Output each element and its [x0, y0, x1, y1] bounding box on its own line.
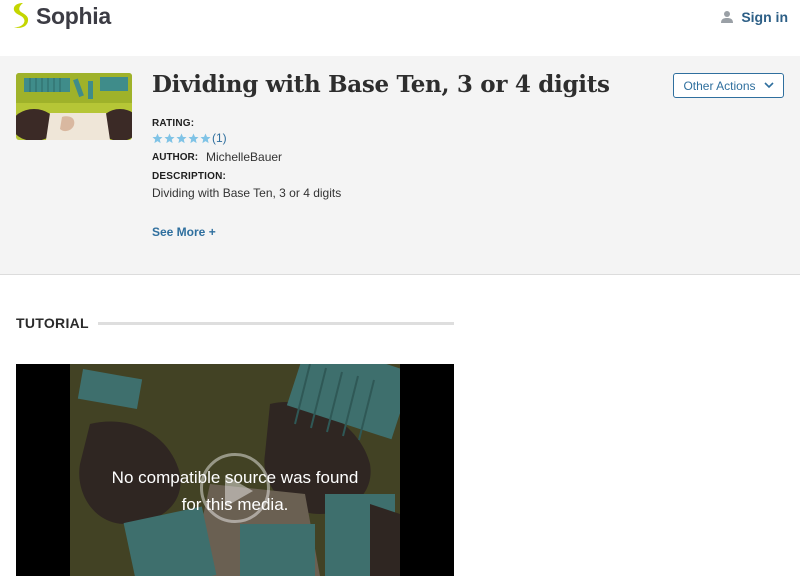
- user-icon: [721, 11, 734, 23]
- description-label: DESCRIPTION:: [152, 171, 227, 182]
- tutorial-title: Dividing with Base Ten, 3 or 4 digits: [152, 71, 610, 98]
- logo-wordmark: Sophia: [36, 2, 111, 29]
- star-icon: [176, 132, 187, 143]
- section-heading: TUTORIAL: [16, 315, 89, 331]
- section-divider: [98, 322, 454, 325]
- sign-in-label: Sign in: [741, 9, 788, 25]
- tutorial-summary-panel: Dividing with Base Ten, 3 or 4 digits Ot…: [0, 56, 800, 275]
- description-text: Dividing with Base Ten, 3 or 4 digits: [152, 186, 342, 200]
- media-error-message: No compatible source was found for this …: [16, 464, 454, 518]
- sophia-logo-icon: [13, 3, 29, 28]
- sophia-logo[interactable]: Sophia: [9, 2, 111, 30]
- star-icon: [164, 132, 175, 143]
- author-label: AUTHOR:: [152, 152, 199, 163]
- sign-in-link[interactable]: Sign in: [720, 9, 788, 25]
- rating-label: RATING:: [152, 118, 195, 129]
- star-icon: [188, 132, 199, 143]
- thumbnail-image: [16, 73, 132, 140]
- star-icon: [200, 132, 211, 143]
- top-navigation-bar: Sophia Sign in: [0, 0, 800, 56]
- tutorial-thumbnail[interactable]: [16, 73, 132, 140]
- chevron-down-icon: [763, 82, 774, 89]
- star-icon: [152, 132, 163, 143]
- other-actions-button[interactable]: Other Actions: [673, 73, 784, 98]
- rating-stars[interactable]: (1): [152, 131, 227, 145]
- see-more-link[interactable]: See More +: [152, 225, 216, 239]
- media-error-line-2: for this media.: [181, 495, 289, 514]
- author-name: MichelleBauer: [206, 150, 283, 164]
- video-player[interactable]: No compatible source was found for this …: [16, 364, 454, 576]
- other-actions-label: Other Actions: [683, 78, 756, 93]
- media-error-line-1: No compatible source was found: [111, 468, 359, 487]
- rating-count[interactable]: (1): [212, 131, 227, 145]
